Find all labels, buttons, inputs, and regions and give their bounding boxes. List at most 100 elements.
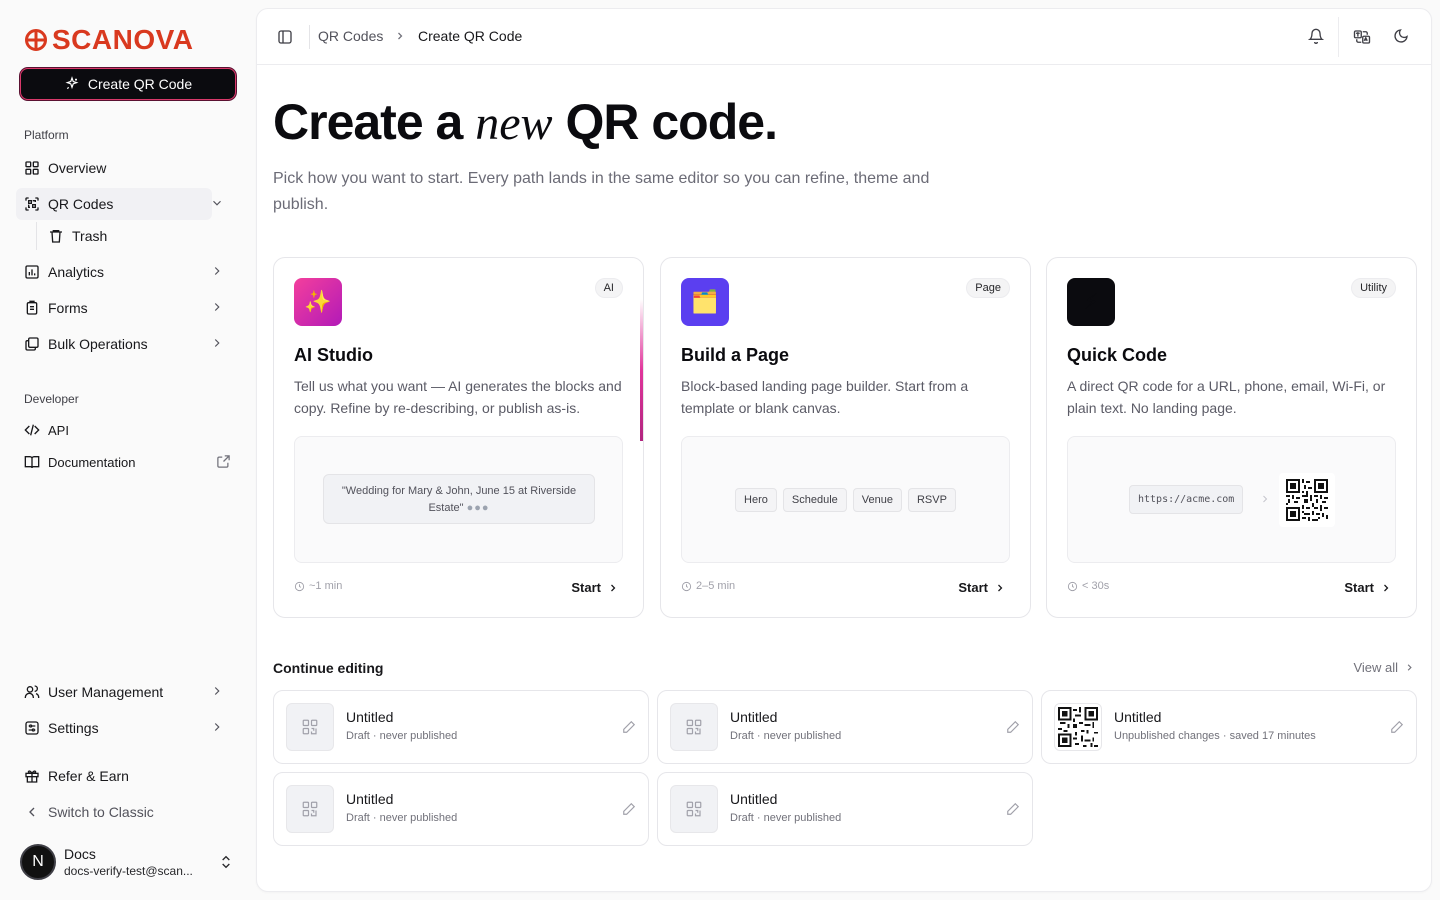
moon-icon[interactable] [1393,28,1409,44]
chevron-right-icon [1384,584,1389,591]
nav-switch-classic[interactable]: Switch to Classic [16,796,212,828]
ai-prompt-text: "Wedding for Mary & John, June 15 at Riv… [341,485,577,514]
brand-name: SCANOVA [52,24,194,55]
build-page-preview: Hero Schedule Venue RSVP [681,436,1010,563]
code-icon [24,424,40,436]
nav-documentation-label: Documentation [48,454,136,470]
sparkles-icon: ✨ [304,289,332,314]
ai-card-accent-line [640,299,643,441]
quick-code-icon: ⚡ [1067,278,1115,326]
user-email: docs-verify-test@scan... [64,864,193,878]
user-account-menu[interactable]: N Docs docs-verify-test@scan... [16,836,240,888]
ai-studio-title: AI Studio [294,345,373,365]
edit-pencil-icon[interactable] [622,802,636,816]
quick-code-description: A direct QR code for a URL, phone, email… [1067,378,1386,416]
nav-api[interactable]: API [16,414,212,446]
nav-trash-label: Trash [72,228,108,244]
language-icon[interactable] [1353,28,1371,46]
draft-card[interactable]: Untitled Draft · never published [657,772,1033,846]
ai-studio-icon: ✨ [294,278,342,326]
chevron-right-icon [1407,664,1412,671]
draft-status: Unpublished changes · saved 17 minutes [1114,730,1316,742]
chevron-right-icon [611,584,616,591]
edit-pencil-icon[interactable] [622,720,636,734]
chevron-right-icon[interactable] [210,720,224,734]
quick-code-card[interactable]: ⚡ Utility Quick Code A direct QR code fo… [1046,257,1417,618]
ai-studio-start-button[interactable]: Start [571,580,619,595]
chevron-down-icon[interactable] [210,196,224,210]
main-panel: QR Codes Create QR Code Create a new QR … [256,8,1432,892]
nav-user-management-label: User Management [48,684,164,700]
quick-code-time-text: < 30s [1082,580,1110,592]
edit-pencil-icon[interactable] [1390,720,1404,734]
chevron-right-icon[interactable] [210,336,224,350]
draft-card[interactable]: Untitled Draft · never published [273,690,649,764]
chevron-right-icon[interactable] [210,684,224,698]
qr-placeholder-icon [670,785,718,833]
breadcrumb-qr-codes[interactable]: QR Codes [318,28,383,44]
build-page-title: Build a Page [681,345,790,365]
quick-code-start-button[interactable]: Start [1344,580,1392,595]
ai-badge: AI [594,278,623,298]
draft-status: Draft · never published [346,812,458,824]
draft-title: Untitled [1114,709,1162,725]
view-all-link[interactable]: View all [1353,660,1415,675]
nav-settings[interactable]: Settings [16,712,220,744]
nav-qr-codes-label: QR Codes [48,196,114,212]
gift-icon [25,770,39,783]
top-bar: QR Codes Create QR Code [257,9,1431,65]
folder-icon: 🗂️ [691,289,719,314]
user-info: Docs docs-verify-test@scan... [64,846,193,878]
nav-forms[interactable]: Forms [16,292,220,324]
build-page-description: Block-based landing page builder. Start … [681,378,969,416]
developer-section-label: Developer [24,392,79,406]
build-page-card[interactable]: 🗂️ Page Build a Page Block-based landing… [660,257,1031,618]
topbar-vertical-divider [1338,17,1339,57]
nav-documentation[interactable]: Documentation [16,446,212,478]
edit-pencil-icon[interactable] [1006,802,1020,816]
nav-overview[interactable]: Overview [16,152,212,184]
brand-logo[interactable]: SCANOVA [24,24,193,56]
nav-refer-earn[interactable]: Refer & Earn [16,760,212,792]
chip-venue: Venue [852,488,902,512]
bell-icon[interactable] [1308,28,1324,44]
ai-studio-card[interactable]: ✨ AI AI Studio Tell us what you want — A… [273,257,644,618]
ai-prompt-preview: "Wedding for Mary & John, June 15 at Riv… [323,474,595,524]
sidebar-toggle-icon[interactable] [277,29,293,45]
clock-icon [294,581,305,591]
chart-icon [25,265,39,279]
ai-studio-start-label: Start [571,580,601,595]
arrow-right-icon [1263,495,1268,503]
build-page-start-button[interactable]: Start [958,580,1006,595]
quick-code-preview: https://acme.com [1067,436,1396,563]
draft-title: Untitled [346,791,394,807]
nav-switch-classic-label: Switch to Classic [48,804,154,820]
draft-title: Untitled [346,709,394,725]
avatar: N [20,844,56,880]
draft-status: Draft · never published [730,812,842,824]
nav-qr-codes[interactable]: QR Codes [16,188,221,220]
external-link-icon[interactable] [216,454,231,469]
chevron-right-icon[interactable] [210,264,224,278]
qr-placeholder-icon [286,785,334,833]
nav-analytics[interactable]: Analytics [16,256,220,288]
draft-card[interactable]: Untitled Draft · never published [657,690,1033,764]
page-badge: Page [966,278,1010,298]
qr-placeholder-icon [286,703,334,751]
create-qr-button[interactable]: Create QR Code [20,68,236,100]
build-page-time: 2–5 min [681,580,735,592]
nav-user-management[interactable]: User Management [16,676,220,708]
chevron-right-icon[interactable] [210,300,224,314]
nav-refer-earn-label: Refer & Earn [48,768,129,784]
draft-card[interactable]: Untitled Draft · never published [273,772,649,846]
edit-pencil-icon[interactable] [1006,720,1020,734]
nav-trash[interactable]: Trash [48,222,208,250]
clipboard-icon [26,300,38,315]
nav-bulk-operations[interactable]: Bulk Operations [16,328,220,360]
submenu-divider [36,222,37,250]
chip-rsvp: RSVP [907,488,956,512]
qr-placeholder-icon [670,703,718,751]
settings-icon [25,721,39,735]
draft-card[interactable]: Untitled Unpublished changes · saved 17 … [1041,690,1417,764]
build-page-icon: 🗂️ [681,278,729,326]
